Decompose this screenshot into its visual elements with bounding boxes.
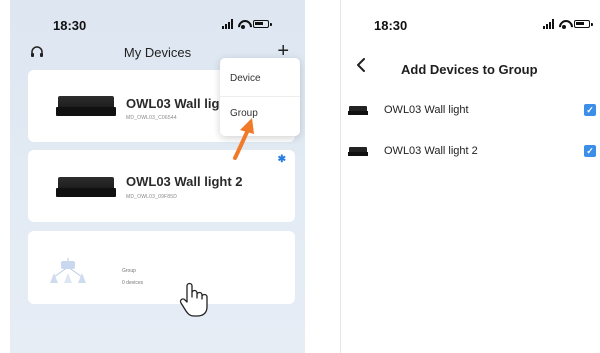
status-icons xyxy=(543,19,593,29)
group-label: Group xyxy=(122,268,136,274)
add-devices-to-group-screen: 18:30 Add Devices to Group OWL03 Wall li… xyxy=(340,0,600,353)
status-bar: 18:30 xyxy=(10,18,305,34)
group-lights-icon xyxy=(50,258,86,283)
checkbox-checked[interactable]: ✓ xyxy=(584,104,596,116)
screenshot-stage: 18:30 My Devices + OWL03 Wall light MD_O… xyxy=(0,0,600,353)
signal-icon xyxy=(543,19,554,29)
device-name: OWL03 Wall light 2 xyxy=(384,145,478,157)
device-id: MD_OWL03_09F85D xyxy=(126,194,178,200)
my-devices-screen: 18:30 My Devices + OWL03 Wall light MD_O… xyxy=(10,0,305,353)
device-name: OWL03 Wall light xyxy=(126,96,232,111)
device-name: OWL03 Wall light 2 xyxy=(126,174,243,189)
wall-light-image xyxy=(348,147,368,156)
group-card[interactable]: Group 0 devices xyxy=(28,231,295,304)
menu-item-device[interactable]: Device xyxy=(230,73,261,84)
device-select-row[interactable]: OWL03 Wall light 2 ✓ xyxy=(341,143,600,163)
status-time: 18:30 xyxy=(374,18,408,33)
page-title: Add Devices to Group xyxy=(401,62,538,77)
battery-icon xyxy=(253,20,272,28)
wall-light-image xyxy=(56,96,116,118)
signal-icon xyxy=(222,19,233,29)
checkbox-checked[interactable]: ✓ xyxy=(584,145,596,157)
battery-icon xyxy=(574,20,593,28)
pointer-arrow-icon xyxy=(233,118,254,160)
wifi-icon xyxy=(558,19,570,29)
device-card[interactable]: ✱ OWL03 Wall light 2 MD_OWL03_09F85D xyxy=(28,150,295,222)
status-time: 18:30 xyxy=(53,18,87,33)
device-name: OWL03 Wall light xyxy=(384,104,469,116)
wall-light-image xyxy=(348,106,368,115)
group-count: 0 devices xyxy=(122,280,144,286)
device-id: MD_OWL03_C06544 xyxy=(126,115,177,121)
tap-hand-icon xyxy=(179,282,208,317)
chevron-left-icon[interactable] xyxy=(356,58,366,72)
wall-light-image xyxy=(56,177,116,199)
status-icons xyxy=(222,19,272,29)
menu-divider xyxy=(220,96,300,97)
wifi-icon xyxy=(237,19,249,29)
device-select-row[interactable]: OWL03 Wall light ✓ xyxy=(341,102,600,122)
bluetooth-icon: ✱ xyxy=(277,154,286,165)
